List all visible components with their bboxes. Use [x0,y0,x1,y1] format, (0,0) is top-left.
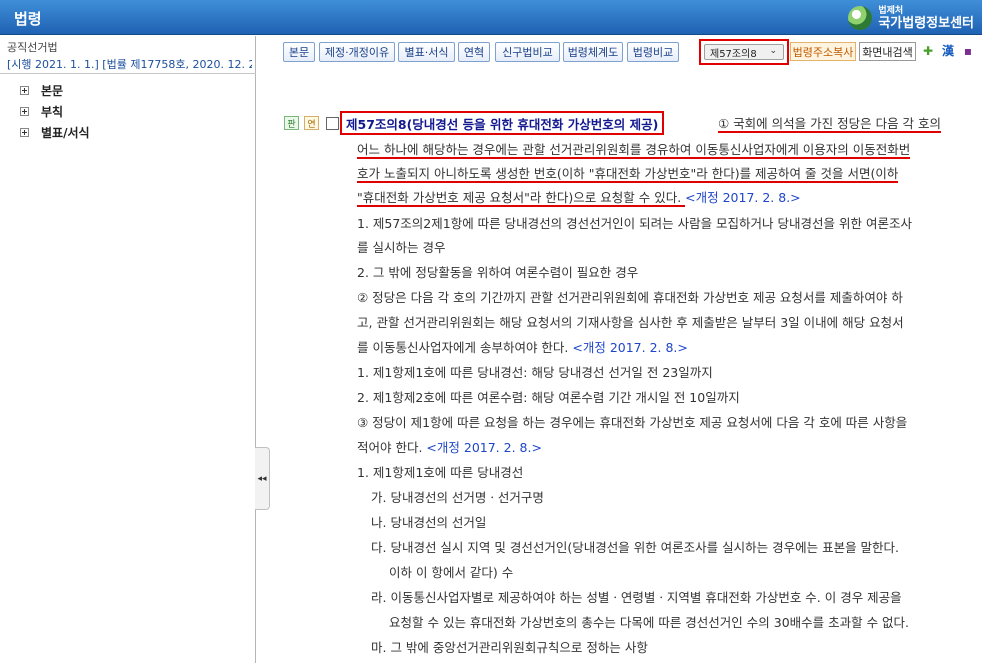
logo-mark-icon [848,6,873,30]
article-line: 나. 당내경선의 선거일 [371,515,487,530]
article-line: 어느 하나에 해당하는 경우에는 관할 선거관리위원회를 경유하여 이동통신사업… [357,142,911,159]
logo-sub-text: 법제처 [878,5,904,16]
left-panel: 공직선거법 [시행 2021. 1. 1.] [법률 제17758호, 2020… [0,36,256,663]
article-select[interactable]: 제57조의8 ⌄ [704,44,784,60]
hanja-icon[interactable]: 漢 [941,43,955,58]
article-line: 고, 관할 선거관리위원회는 해당 요청서의 기재사항을 심사한 후 제출받은 … [357,315,904,330]
expand-plus-icon[interactable] [20,128,29,137]
tree-item-main-text[interactable]: 본문 [20,80,90,101]
article-title: 제57조의8(당내경선 등을 위한 휴대전화 가상번호의 제공) [340,111,665,135]
precedent-badge[interactable]: 판 [284,116,299,130]
law-system-chart-button[interactable]: 법령체계도 [563,42,623,62]
article-select-highlight: 제57조의8 ⌄ [699,39,789,65]
article-line: 호가 노출되지 아니하도록 생성한 번호(이하 "휴대전화 가상번호"라 한다)… [357,166,899,183]
plus-icon[interactable]: ✚ [921,43,935,58]
article-line: ② 정당은 다음 각 호의 기간까지 관할 선거관리위원회에 휴대전화 가상번호… [357,290,903,305]
article-line: 1. 제57조의2제1항에 따른 당내경선의 경선선거인이 되려는 사람을 모집… [357,216,912,231]
article-select-value: 제57조의8 [710,48,757,60]
old-new-compare-button[interactable]: 신구법비교 [495,42,560,62]
article-line: 1. 제1항제1호에 따른 당내경선 [357,465,524,480]
amendment-reason-button[interactable]: 제정·개정이유 [319,42,395,62]
article-line: 적어야 한다. <개정 2017. 2. 8.> [357,440,542,455]
law-center-logo[interactable]: 법제처 국가법령정보센터 [848,4,974,32]
expand-plus-icon[interactable] [20,107,29,116]
article-line: 2. 제1항제2호에 따른 여론수렴: 해당 여론수렴 기간 개시일 전 10일… [357,390,740,405]
revision-date-link[interactable]: <개정 2017. 2. 8.> [685,190,801,205]
copy-law-address-button[interactable]: 법령주소복사 [790,42,856,61]
tree-item-label: 본문 [41,84,64,98]
divider [0,73,256,74]
article-line: 를 이동통신사업자에게 송부하여야 한다. <개정 2017. 2. 8.> [357,340,688,355]
law-compare-button[interactable]: 법령비교 [627,42,679,62]
tree-item-label: 별표/서식 [41,126,90,140]
article-line: ③ 정당이 제1항에 따른 요청을 하는 경우에는 휴대전화 가상번호 제공 요… [357,415,908,430]
tree-item-tables-forms[interactable]: 별표/서식 [20,122,90,143]
article-line: 다. 당내경선 실시 지역 및 경선선거인(당내경선을 위한 여론조사를 실시하… [371,540,900,555]
logo-main-text: 국가법령정보센터 [878,15,974,31]
save-icon[interactable]: ▪ [961,43,975,58]
article-line: ① 국회에 의석을 가진 정당은 다음 각 호의 [718,116,942,133]
law-content: 판 연 제57조의8(당내경선 등을 위한 휴대전화 가상번호의 제공) ① 국… [257,66,982,663]
tree-item-label: 부칙 [41,105,64,119]
law-enforcement-info: [시행 2021. 1. 1.] [법률 제17758호, 2020. 12. … [7,58,252,71]
article-checkbox[interactable] [326,117,339,130]
tables-forms-button[interactable]: 별표·서식 [398,42,455,62]
expand-plus-icon[interactable] [20,86,29,95]
app-header: 법령 법제처 국가법령정보센터 [0,0,982,35]
header-title: 법령 [14,10,42,28]
main-text-button[interactable]: 본문 [283,42,315,62]
article-line: 를 실시하는 경우 [357,240,446,255]
article-line: 라. 이동통신사업자별로 제공하여야 하는 성별ㆍ연령별ㆍ지역별 휴대전화 가상… [371,590,902,605]
article-line: 가. 당내경선의 선거명ㆍ선거구명 [371,490,544,505]
law-tree: 본문 부칙 별표/서식 [20,80,90,143]
toolbar: 본문 제정·개정이유 별표·서식 연혁 신구법비교 법령체계도 법령비교 제57… [257,36,982,66]
revision-date-link[interactable]: <개정 2017. 2. 8.> [426,440,542,455]
article-line: 이하 이 항에서 같다) 수 [389,565,514,580]
find-in-screen-button[interactable]: 화면내검색 [859,42,916,61]
article-line: 2. 그 밖에 정당활동을 위하여 여론수렴이 필요한 경우 [357,265,639,280]
history-button[interactable]: 연혁 [458,42,490,62]
history-badge[interactable]: 연 [304,116,319,130]
law-name: 공직선거법 [7,41,58,54]
revision-date-link[interactable]: <개정 2017. 2. 8.> [572,340,688,355]
article-line: "휴대전화 가상번호 제공 요청서"라 한다)으로 요청할 수 있다. <개정 … [357,190,801,207]
chevron-down-icon: ⌄ [769,46,777,56]
article-line: 마. 그 밖에 중앙선거관리위원회규칙으로 정하는 사항 [371,640,648,655]
tree-item-supplementary[interactable]: 부칙 [20,101,90,122]
article-line: 1. 제1항제1호에 따른 당내경선: 해당 당내경선 선거일 전 23일까지 [357,365,713,380]
article-line: 요청할 수 있는 휴대전화 가상번호의 총수는 다목에 따른 경선선거인 수의 … [389,615,910,630]
